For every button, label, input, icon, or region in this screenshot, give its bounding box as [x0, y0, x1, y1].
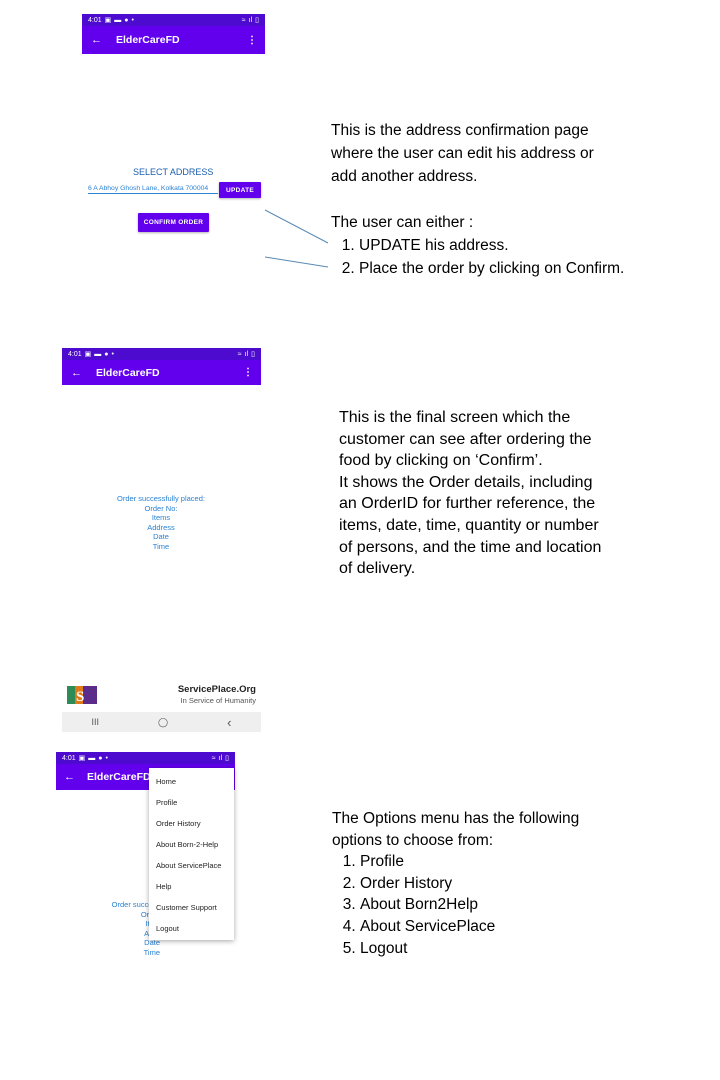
overflow-menu-icon[interactable]: ⋮ — [243, 367, 253, 378]
order-details: Order successfully placed: Order No: Ite… — [101, 494, 221, 551]
desc3-list: Profile Order History About Born2Help Ab… — [332, 851, 652, 959]
order-line: Time — [152, 541, 170, 551]
desc2-line: items, date, time, quantity or number — [339, 516, 599, 534]
app-title: ElderCareFD — [87, 771, 151, 783]
desc3-item: About ServicePlace — [360, 916, 652, 938]
desc3-item: About Born2Help — [360, 894, 652, 916]
status-time: 4:01 — [62, 754, 76, 762]
signal-icon: ıl — [218, 754, 223, 762]
battery-icon: ▯ — [255, 17, 259, 24]
desc2-line: food by clicking on ‘Confirm’. — [339, 452, 543, 470]
svg-text:S: S — [76, 689, 84, 705]
image-icon: ▣ — [104, 17, 112, 24]
back-arrow-icon[interactable]: ← — [71, 367, 82, 379]
order-line: Order No: — [144, 503, 178, 513]
menu-item-logout[interactable]: Logout — [149, 918, 234, 939]
image-icon: ▣ — [78, 755, 86, 762]
callout-lines — [264, 209, 329, 268]
status-time: 4:01 — [88, 16, 102, 24]
circle-icon: ● — [98, 754, 103, 762]
desc1-line4: The user can either : — [331, 214, 474, 231]
options-menu: Home Profile Order History About Born-2-… — [149, 768, 234, 940]
order-line: Address — [147, 522, 175, 532]
desc2-line: It shows the Order details, including — [339, 473, 593, 491]
app-bar: ← ElderCareFD ⋮ — [82, 26, 265, 54]
chat-icon: ▬ — [94, 350, 102, 358]
dot-icon: • — [131, 16, 134, 24]
order-line: Date — [153, 532, 169, 541]
menu-item-about-born-2-help[interactable]: About Born-2-Help — [149, 834, 234, 855]
menu-item-help[interactable]: Help — [149, 876, 234, 897]
wifi-icon: ≈ — [211, 754, 216, 762]
address-field[interactable]: 6 A Abhoy Ghosh Lane, Kolkata 700004 — [88, 185, 218, 194]
back-icon[interactable]: ‹ — [227, 715, 231, 730]
callout-line-confirm — [264, 256, 329, 268]
status-bar: 4:01 ▣ ▬ ● • ≈ ıl ▯ — [82, 14, 265, 26]
desc3-line1: The Options menu has the following — [332, 810, 580, 827]
signal-icon: ıl — [244, 350, 249, 358]
app-title: ElderCareFD — [96, 366, 160, 379]
callout-line-update — [264, 209, 329, 244]
desc1-line3: add another address. — [331, 168, 478, 185]
desc3-item: Order History — [360, 873, 652, 895]
desc2-line: This is the final screen which the — [339, 409, 571, 426]
back-arrow-icon[interactable]: ← — [91, 34, 102, 46]
dot-icon: • — [105, 754, 108, 762]
menu-item-about-serviceplace[interactable]: About ServicePlace — [149, 855, 234, 876]
signal-icon: ıl — [248, 16, 253, 24]
desc1-item: UPDATE his address. — [359, 234, 651, 257]
app-bar: ← ElderCareFD ⋮ — [62, 360, 261, 385]
overflow-menu-icon[interactable]: ⋮ — [247, 35, 257, 46]
home-icon[interactable]: ◯ — [158, 717, 168, 728]
desc3-line2: options to choose from: — [332, 831, 494, 849]
recents-icon[interactable]: III — [92, 717, 100, 727]
circle-icon: ● — [124, 16, 129, 24]
menu-item-home[interactable]: Home — [149, 771, 234, 792]
desc1-line2: where the user can edit his address or — [331, 145, 594, 162]
desc1-list: UPDATE his address. Place the order by c… — [331, 234, 651, 280]
app-title: ElderCareFD — [116, 34, 180, 46]
order-line: Order successfully placed: — [117, 494, 205, 503]
desc1-item: Place the order by clicking on Confirm. — [359, 257, 651, 280]
address-description: This is the address confirmation page wh… — [331, 119, 651, 280]
dot-icon: • — [111, 350, 114, 358]
desc2-line: of persons, and the time and location — [339, 538, 602, 556]
chat-icon: ▬ — [88, 754, 96, 762]
chat-icon: ▬ — [114, 16, 122, 24]
circle-icon: ● — [104, 350, 109, 358]
status-time: 4:01 — [68, 350, 82, 358]
android-nav-bar: III ◯ ‹ — [62, 712, 261, 732]
wifi-icon: ≈ — [241, 16, 246, 24]
brand-name: ServicePlace.Org — [177, 684, 256, 695]
menu-item-customer-support[interactable]: Customer Support — [149, 897, 234, 918]
desc2-line: customer can see after ordering the — [339, 430, 592, 448]
desc3-item: Profile — [360, 851, 652, 873]
desc3-item: Logout — [360, 938, 652, 960]
update-button[interactable]: UPDATE — [219, 182, 261, 198]
order-line: Time — [143, 947, 160, 957]
battery-icon: ▯ — [225, 755, 229, 762]
brand-tagline: In Service of Humanity — [180, 696, 256, 705]
status-bar: 4:01 ▣ ▬ ● • ≈ ıl ▯ — [62, 348, 261, 360]
confirm-order-button[interactable]: CONFIRM ORDER — [138, 213, 209, 232]
battery-icon: ▯ — [251, 351, 255, 358]
status-bar: 4:01 ▣ ▬ ● • ≈ ıl ▯ — [56, 752, 235, 764]
wifi-icon: ≈ — [237, 350, 242, 358]
serviceplace-logo: S — [67, 684, 97, 706]
desc2-line: an OrderID for further reference, the — [339, 495, 596, 513]
order-line: Items — [151, 513, 171, 522]
image-icon: ▣ — [84, 351, 92, 358]
phone-screen-address: 4:01 ▣ ▬ ● • ≈ ıl ▯ ← ElderCareFD ⋮ — [82, 14, 265, 54]
desc2-line: of delivery. — [339, 560, 416, 578]
final-screen-description: This is the final screen which the custo… — [339, 407, 669, 580]
phone-screen-order-placed: 4:01 ▣ ▬ ● • ≈ ıl ▯ ← ElderCareFD ⋮ — [62, 348, 261, 385]
select-address-heading: SELECT ADDRESS — [133, 167, 214, 177]
serviceplace-logo-icon: S — [67, 684, 97, 706]
options-menu-description: The Options menu has the following optio… — [332, 808, 652, 959]
menu-item-profile[interactable]: Profile — [149, 792, 234, 813]
desc1-line1: This is the address confirmation page — [331, 122, 589, 139]
back-arrow-icon[interactable]: ← — [64, 771, 75, 783]
menu-item-order-history[interactable]: Order History — [149, 813, 234, 834]
